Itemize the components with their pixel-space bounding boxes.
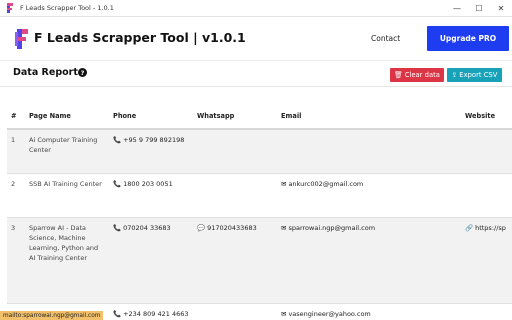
table-row: 2 SSB AI Training Center 📞 1800 203 0051 … <box>7 172 512 217</box>
website-cell <box>461 172 512 217</box>
data-table-container[interactable]: # Page Name Phone Whatsapp Email Website… <box>0 87 512 320</box>
column-header-num[interactable]: # <box>7 103 25 130</box>
email-cell <box>277 128 461 173</box>
upgrade-pro-button[interactable]: Upgrade PRO <box>427 26 509 51</box>
phone-icon: 📞 <box>113 136 122 144</box>
brand-title: F Leads Scrapper Tool | v1.0.1 <box>34 30 246 45</box>
envelope-icon: ✉ <box>281 223 287 232</box>
email-value[interactable]: ankurc002@gmail.com <box>288 180 363 188</box>
report-title: Data Report <box>13 67 78 78</box>
clear-data-button[interactable]: 🗑 Clear data <box>390 68 444 82</box>
phone-cell: 📞 1800 203 0051 <box>109 172 193 217</box>
phone-value: +95 9 799 892198 <box>123 136 185 144</box>
website-cell: 🔗 https://sp <box>461 216 512 303</box>
website-value[interactable]: https://sp <box>475 224 506 232</box>
maximize-button[interactable]: ☐ <box>468 0 490 17</box>
row-number: 3 <box>7 216 25 303</box>
clear-data-label: Clear data <box>404 71 440 79</box>
phone-cell: 📞 +95 9 799 892198 <box>109 128 193 173</box>
column-header-whatsapp[interactable]: Whatsapp <box>193 103 277 130</box>
table-row: 1 Ai Computer Training Center 📞 +95 9 799… <box>7 128 512 173</box>
phone-value: 1800 203 0051 <box>123 179 173 188</box>
export-csv-button[interactable]: ⇪ Export CSV <box>447 68 502 82</box>
whatsapp-cell <box>193 302 277 320</box>
envelope-icon: ✉ <box>281 179 287 188</box>
top-navbar: F Leads Scrapper Tool | v1.0.1 Contact U… <box>0 17 512 61</box>
column-header-page-name[interactable]: Page Name <box>25 103 109 130</box>
phone-cell: 📞 070204 33683 <box>109 216 193 303</box>
email-value[interactable]: sparrowai.ngp@gmail.com <box>288 224 375 232</box>
email-cell: ✉ ankurc002@gmail.com <box>277 172 461 217</box>
link-status-bar: mailto:sparrowai.ngp@gmail.com <box>0 311 104 320</box>
app-logo-icon <box>5 3 15 13</box>
whatsapp-cell: 💬 917020433683 <box>193 216 277 303</box>
minimize-button[interactable]: — <box>446 0 468 17</box>
envelope-icon: ✉ <box>281 309 287 318</box>
phone-icon: 📞 <box>113 179 122 188</box>
brand-logo-icon <box>15 29 28 49</box>
phone-cell: 📞 +234 809 421 4663 <box>109 302 193 320</box>
table-header-row: # Page Name Phone Whatsapp Email Website <box>7 103 512 130</box>
whatsapp-cell <box>193 172 277 217</box>
email-cell: ✉ vasengineer@yahoo.com <box>277 302 461 320</box>
email-value[interactable]: vasengineer@yahoo.com <box>288 310 370 318</box>
phone-icon: 📞 <box>113 223 122 232</box>
column-header-website[interactable]: Website <box>461 103 512 130</box>
whatsapp-value: 917020433683 <box>207 223 257 232</box>
column-header-phone[interactable]: Phone <box>109 103 193 130</box>
data-table: # Page Name Phone Whatsapp Email Website… <box>7 103 512 320</box>
close-button[interactable]: ✕ <box>490 0 512 17</box>
row-number: 1 <box>7 128 25 173</box>
trash-icon: 🗑 <box>394 71 403 79</box>
phone-value: +234 809 421 4663 <box>123 309 189 318</box>
table-row: 3 Sparrow AI - Data Science, Machine Lea… <box>7 216 512 303</box>
row-number: 2 <box>7 172 25 217</box>
website-cell <box>461 128 512 173</box>
window-titlebar: F Leads Scrapper Tool - 1.0.1 — ☐ ✕ <box>0 0 512 17</box>
help-icon[interactable]: ? <box>78 68 87 77</box>
email-cell: ✉ sparrowai.ngp@gmail.com <box>277 216 461 303</box>
export-icon: ⇪ <box>451 71 458 79</box>
page-name-cell: Sparrow AI - Data Science, Machine Learn… <box>25 216 109 303</box>
page-name-cell: Ai Computer Training Center <box>25 128 109 173</box>
export-csv-label: Export CSV <box>459 71 498 79</box>
whatsapp-cell <box>193 128 277 173</box>
page-name-cell: SSB AI Training Center <box>25 172 109 217</box>
column-header-email[interactable]: Email <box>277 103 461 130</box>
whatsapp-icon: 💬 <box>197 223 206 232</box>
phone-value: 070204 33683 <box>123 223 171 232</box>
contact-link[interactable]: Contact <box>371 34 400 43</box>
link-icon: 🔗 <box>465 223 474 232</box>
window-title: F Leads Scrapper Tool - 1.0.1 <box>20 4 114 12</box>
phone-icon: 📞 <box>113 309 122 318</box>
website-cell <box>461 302 512 320</box>
